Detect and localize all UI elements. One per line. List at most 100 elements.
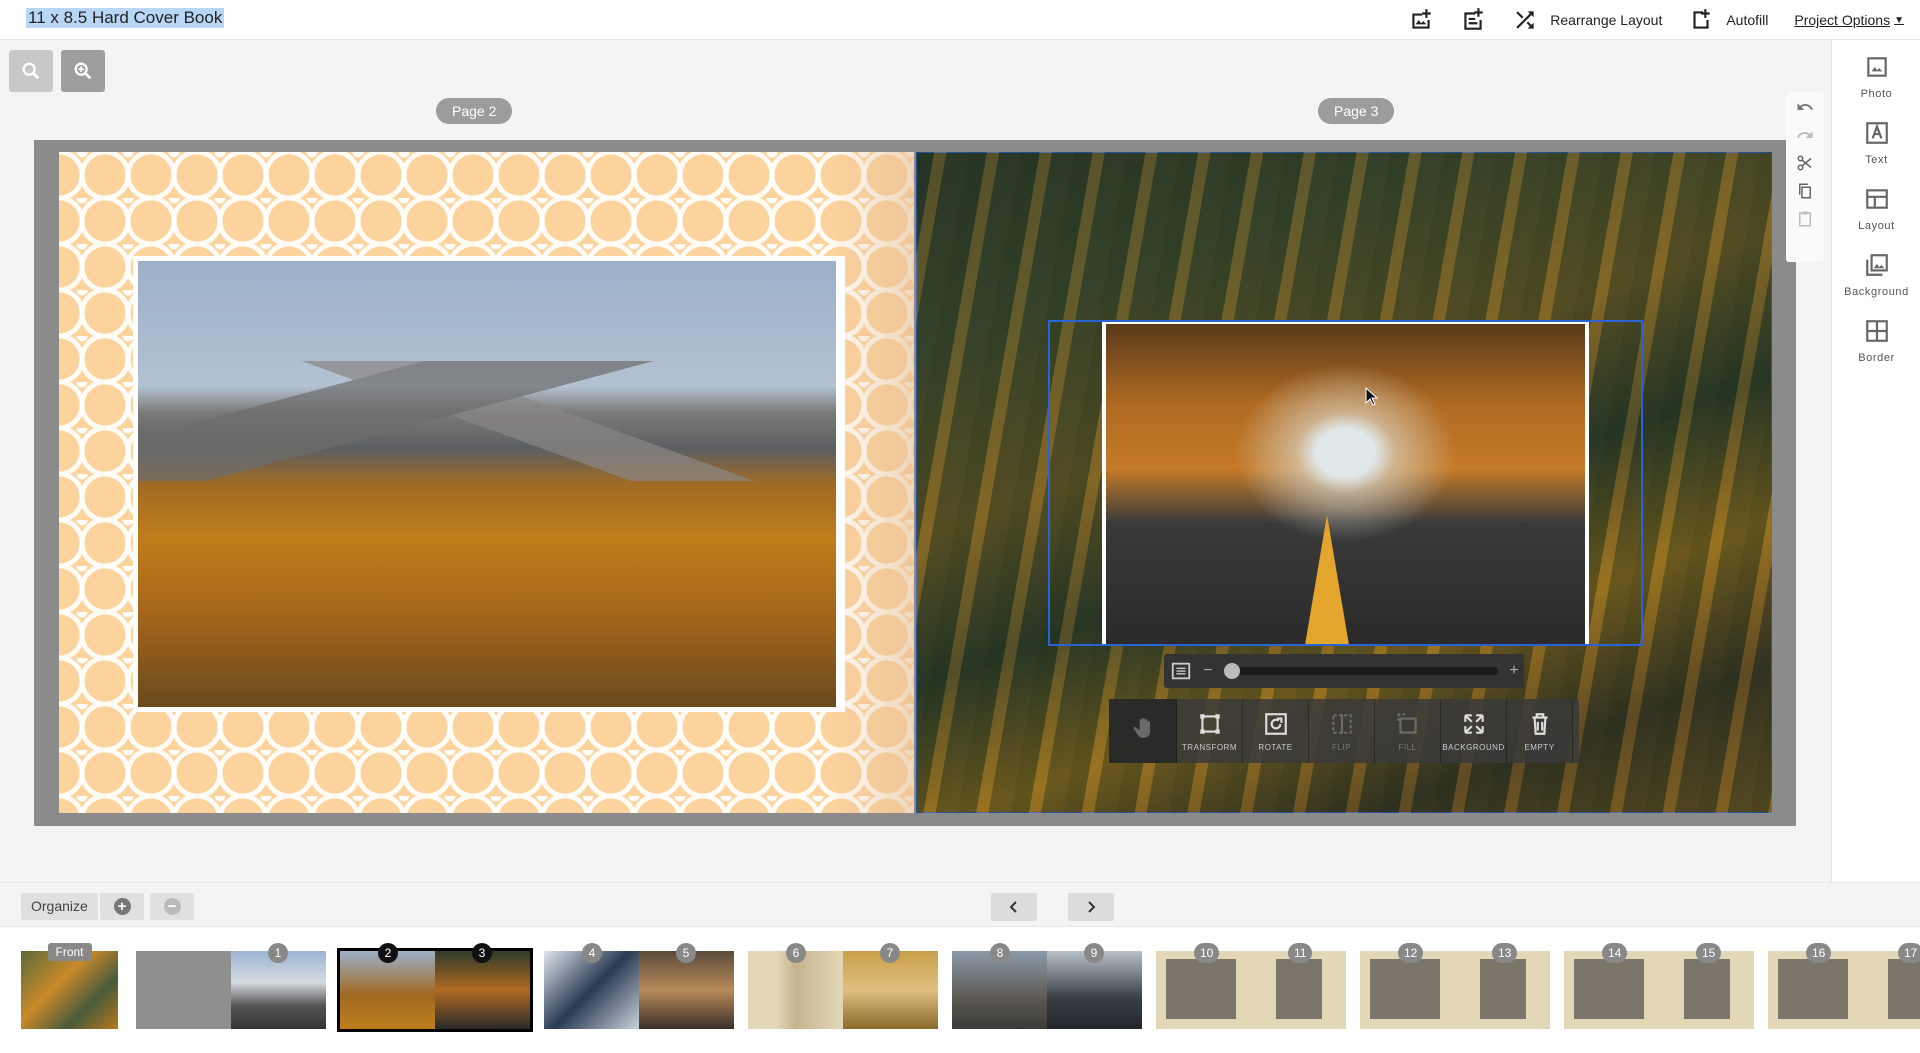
tool-label: EMPTY bbox=[1524, 742, 1555, 752]
page-number-badge: 15 bbox=[1696, 943, 1722, 963]
zoom-slider-thumb[interactable] bbox=[1224, 663, 1240, 679]
page-number-badge: 11 bbox=[1288, 943, 1313, 963]
autofill-button[interactable]: Autofill bbox=[1688, 7, 1768, 33]
organize-button[interactable]: Organize bbox=[21, 893, 98, 920]
thumbnail-spread[interactable]: 45 bbox=[544, 943, 734, 1029]
thumbnail-photo-slot bbox=[1574, 959, 1644, 1019]
remove-spread-button[interactable]: − bbox=[150, 893, 194, 920]
page-number-badge: 4 bbox=[582, 943, 602, 963]
tool-transform-button[interactable]: TRANSFORM bbox=[1177, 699, 1243, 763]
add-photo-button[interactable] bbox=[1408, 7, 1434, 33]
thumbnail-photo-slot bbox=[1276, 959, 1322, 1019]
page-number-badge: 13 bbox=[1492, 943, 1518, 963]
zoom-minus-icon[interactable]: − bbox=[1198, 662, 1218, 680]
sidebar-item-layout[interactable]: Layout bbox=[1832, 186, 1920, 232]
tool-flip-button[interactable]: FLIP bbox=[1309, 699, 1375, 763]
top-bar: 11 x 8.5 Hard Cover Book Rearrange Layou… bbox=[0, 0, 1920, 40]
page-number-badge: 7 bbox=[880, 943, 900, 963]
thumbnail-photo-slot bbox=[1778, 959, 1848, 1019]
thumbnail-photo-slot bbox=[1684, 959, 1730, 1019]
thumbnail-page-left bbox=[136, 951, 231, 1029]
page-number-badge: 12 bbox=[1398, 943, 1424, 963]
thumbnail-spread[interactable]: 1 bbox=[136, 943, 326, 1029]
cut-icon[interactable] bbox=[1796, 154, 1814, 172]
page-number-badge: 14 bbox=[1602, 943, 1628, 963]
sidebar-item-background[interactable]: Background bbox=[1832, 252, 1920, 298]
thumbnail-spread[interactable]: 67 bbox=[748, 943, 938, 1029]
add-photo-icon bbox=[1412, 9, 1432, 29]
tool-trash-button[interactable]: EMPTY bbox=[1507, 699, 1573, 763]
thumbnail-spread[interactable]: 10 11 bbox=[1156, 943, 1346, 1029]
photo-toolbar: TRANSFORM ROTATE FLIP FILL BACKGROUND EMPTY bbox=[1109, 699, 1579, 763]
shuffle-icon bbox=[1516, 11, 1534, 29]
copy-icon[interactable] bbox=[1796, 182, 1814, 200]
thumbnail-spread[interactable]: 14 15 bbox=[1564, 943, 1754, 1029]
tool-expand-button[interactable]: BACKGROUND bbox=[1441, 699, 1507, 763]
next-spread-button[interactable] bbox=[1068, 893, 1114, 921]
chevron-right-icon bbox=[1088, 901, 1096, 913]
previous-spread-button[interactable] bbox=[991, 893, 1037, 921]
sidebar-item-border[interactable]: Border bbox=[1832, 318, 1920, 364]
page-number-badge: 17 bbox=[1898, 943, 1920, 963]
project-title[interactable]: 11 x 8.5 Hard Cover Book bbox=[26, 8, 225, 28]
zoom-slider-track[interactable] bbox=[1224, 663, 1498, 679]
rearrange-layout-button[interactable]: Rearrange Layout bbox=[1512, 7, 1662, 33]
redo-icon[interactable] bbox=[1796, 126, 1814, 144]
paste-icon[interactable] bbox=[1796, 210, 1814, 228]
sidebar-item-photo[interactable]: Photo bbox=[1832, 54, 1920, 100]
autofill-label: Autofill bbox=[1726, 12, 1769, 28]
sidebar-label-photo: Photo bbox=[1860, 88, 1893, 100]
flip-icon bbox=[1331, 713, 1352, 734]
mountain-silhouette bbox=[138, 361, 836, 481]
tool-rotate-button[interactable]: ROTATE bbox=[1243, 699, 1309, 763]
page-number-badge: 6 bbox=[786, 943, 806, 963]
thumbnail-photo-slot bbox=[1370, 959, 1440, 1019]
transform-icon bbox=[1199, 713, 1220, 734]
thumbnail-front-cover[interactable]: Front bbox=[21, 943, 118, 1029]
tool-hand-button[interactable] bbox=[1109, 699, 1177, 763]
cursor-icon bbox=[1365, 387, 1379, 406]
add-spread-button[interactable]: + bbox=[100, 893, 144, 920]
project-options-label: Project Options bbox=[1794, 12, 1891, 28]
page-number-badge: 3 bbox=[472, 943, 492, 963]
photo-icon bbox=[1866, 57, 1887, 77]
sidebar-label-border: Border bbox=[1858, 352, 1895, 364]
autofill-icon bbox=[1693, 9, 1711, 29]
page-number-badge: 2 bbox=[378, 943, 398, 963]
tool-fill-button[interactable]: FILL bbox=[1375, 699, 1441, 763]
thumbnail-spread[interactable]: 23 bbox=[337, 943, 533, 1032]
zoom-in-button[interactable] bbox=[61, 50, 105, 92]
background-icon bbox=[1865, 254, 1888, 276]
sidebar-label-background: Background bbox=[1844, 286, 1909, 298]
photo-mountain-forest[interactable] bbox=[138, 261, 836, 707]
undo-icon[interactable] bbox=[1796, 98, 1814, 116]
project-options-menu[interactable]: Project Options ▼ bbox=[1794, 12, 1904, 28]
page-label-left: Page 2 bbox=[436, 98, 513, 124]
thumbnail-spread[interactable]: 12 13 bbox=[1360, 943, 1550, 1029]
chevron-left-icon bbox=[1009, 901, 1017, 913]
thumbnail-strip: Front 1 2 3 4 5 6 7 8 9 10 11 12 13 14 15 16 17 bbox=[0, 926, 1920, 1053]
thumbnail-spread[interactable]: 16 17 bbox=[1768, 943, 1920, 1029]
rearrange-layout-label: Rearrange Layout bbox=[1550, 12, 1663, 28]
border-icon bbox=[1865, 320, 1888, 342]
sidebar-item-text[interactable]: Text bbox=[1832, 120, 1920, 166]
page-number-badge: 8 bbox=[990, 943, 1010, 963]
photo-selection-box[interactable] bbox=[1048, 320, 1643, 646]
page-number-badge: 9 bbox=[1084, 943, 1104, 963]
photo-zoom-slider: − + bbox=[1164, 654, 1524, 688]
tool-label: ROTATE bbox=[1258, 742, 1293, 752]
rotate-icon bbox=[1264, 712, 1287, 735]
zoom-plus-icon[interactable]: + bbox=[1504, 662, 1524, 680]
zoom-in-icon bbox=[74, 62, 92, 80]
page-number-badge: 16 bbox=[1806, 943, 1832, 963]
zoom-out-button[interactable] bbox=[9, 50, 53, 92]
edit-tools bbox=[1786, 92, 1824, 262]
thumbnail-spread[interactable]: 89 bbox=[952, 943, 1142, 1029]
add-page-button[interactable] bbox=[1460, 7, 1486, 33]
text-icon bbox=[1865, 122, 1888, 144]
caret-down-icon: ▼ bbox=[1894, 14, 1904, 26]
tool-label: FLIP bbox=[1332, 742, 1351, 752]
fit-photo-button[interactable] bbox=[1164, 654, 1198, 688]
layout-icon bbox=[1865, 189, 1888, 209]
tool-label: FILL bbox=[1398, 742, 1417, 752]
